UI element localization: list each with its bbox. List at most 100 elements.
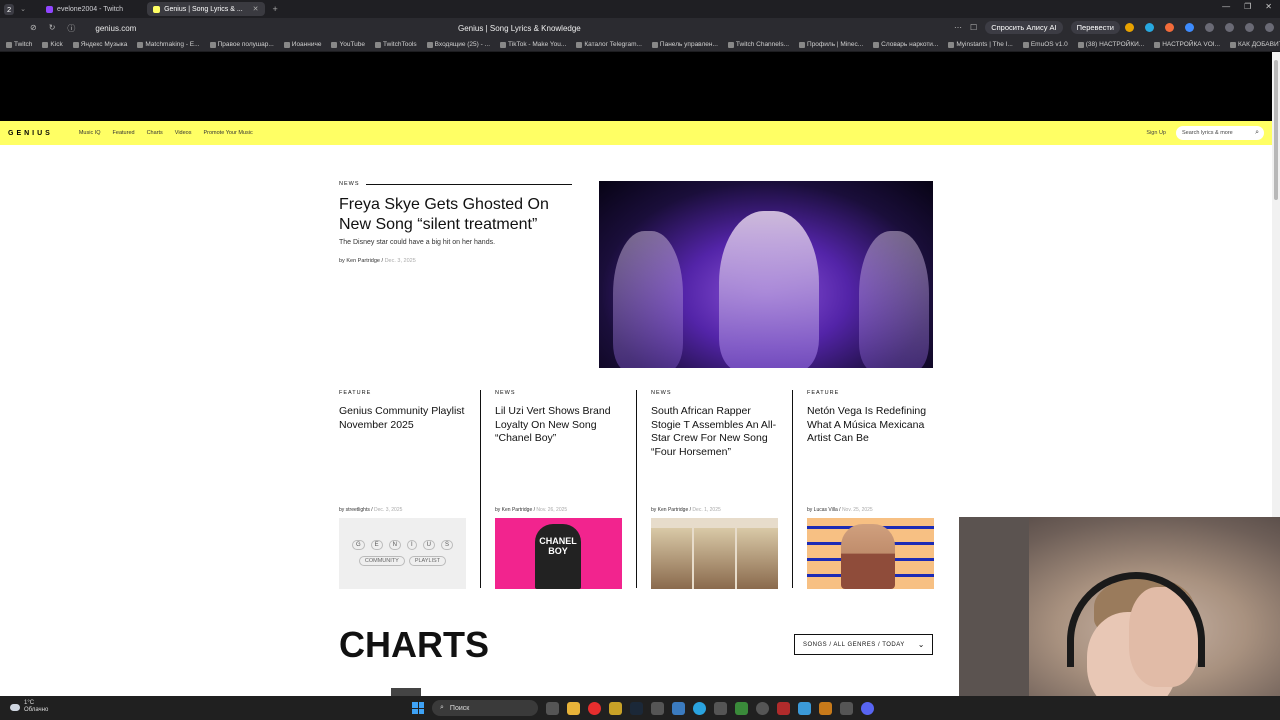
card-thumbnail[interactable]: CHANEL BOY <box>495 518 622 589</box>
bookmark-item[interactable]: НАСТРОЙКА VOI... <box>1154 41 1220 48</box>
bookmark-favicon-icon <box>6 41 12 48</box>
bookmark-label: Профиль | Minec... <box>807 41 864 48</box>
card-thumbnail[interactable] <box>651 518 778 589</box>
yandex-browser-icon[interactable] <box>588 701 601 715</box>
app-icon[interactable] <box>714 701 727 715</box>
tab-genius[interactable]: Genius | Song Lyrics & ... ✕ <box>147 2 265 16</box>
bookmark-item[interactable]: Иоанниче <box>283 41 321 48</box>
back-icon[interactable]: ⊘ <box>30 23 37 34</box>
steam-icon[interactable] <box>630 701 643 715</box>
bookmark-item[interactable]: Twitch Channels... <box>727 41 789 48</box>
bookmark-item[interactable]: Twitch <box>6 41 32 48</box>
bookmark-item[interactable]: Панель управлен... <box>651 41 718 48</box>
bookmark-item[interactable]: (38) НАСТРОЙКИ... <box>1077 41 1144 48</box>
bookmark-item[interactable]: Профиль | Minec... <box>799 41 863 48</box>
hero-headline[interactable]: Freya Skye Gets Ghosted On New Song “sil… <box>339 195 579 235</box>
chevron-down-icon[interactable]: ⌄ <box>20 5 26 13</box>
obs-icon[interactable] <box>756 701 769 715</box>
bookmark-item[interactable]: TikTok - Make You... <box>500 41 566 48</box>
alice-button[interactable]: Спросить Алису AI <box>985 21 1063 34</box>
app-icon[interactable] <box>798 701 811 715</box>
extension-icon[interactable] <box>1165 23 1174 32</box>
bookmark-item[interactable]: КАК ДОБАВИТЬ... <box>1230 41 1280 48</box>
sign-up-link[interactable]: Sign Up <box>1146 130 1166 136</box>
app-icon[interactable] <box>819 701 832 715</box>
thumb-letter: I <box>407 540 417 550</box>
thumb-letter: G <box>351 540 365 550</box>
telegram-icon[interactable] <box>693 701 706 715</box>
taskbar-search[interactable]: ⌕ Поиск <box>432 700 538 716</box>
bookmark-item[interactable]: EmuOS v1.0 <box>1022 41 1068 48</box>
card-author[interactable]: Ken Partridge <box>502 507 533 513</box>
card-title[interactable]: Lil Uzi Vert Shows Brand Loyalty On New … <box>495 405 622 446</box>
download-icon[interactable] <box>1265 23 1274 32</box>
article-card[interactable]: FEATURE Netón Vega Is Redefining What A … <box>807 388 934 589</box>
app-icon[interactable] <box>609 701 622 715</box>
url-field[interactable]: genius.com <box>95 24 136 33</box>
app-icon[interactable] <box>651 701 664 715</box>
card-title[interactable]: Genius Community Playlist November 2025 <box>339 405 466 432</box>
bookmark-item[interactable]: YouTube <box>331 41 365 48</box>
extension-icon[interactable] <box>1245 23 1254 32</box>
hero-image[interactable] <box>599 181 933 368</box>
scrollbar-thumb[interactable] <box>1274 60 1278 200</box>
profile-badge[interactable]: 2 <box>4 3 15 15</box>
windows-start-icon[interactable] <box>412 702 424 714</box>
tab-twitch[interactable]: evelone2004 - Twitch <box>40 2 129 16</box>
bookmark-item[interactable]: Правое полушар... <box>209 41 274 48</box>
bookmark-label: Matchmaking - E... <box>145 41 200 48</box>
bookmark-icon[interactable]: ☐ <box>970 23 977 32</box>
bookmark-item[interactable]: Matchmaking - E... <box>137 41 200 48</box>
bookmark-item[interactable]: Входящие (25) - ... <box>426 41 490 48</box>
nav-link-videos[interactable]: Videos <box>175 130 192 136</box>
card-title[interactable]: South African Rapper Stogie T Assembles … <box>651 405 778 459</box>
genius-logo[interactable]: GENIUS <box>8 130 53 137</box>
card-author[interactable]: Lucas Villa <box>814 507 838 513</box>
charts-filter-dropdown[interactable]: SONGS / ALL GENRES / TODAY ⌄ <box>794 634 933 655</box>
nav-link-charts[interactable]: Charts <box>147 130 163 136</box>
card-thumbnail[interactable] <box>807 518 934 589</box>
extension-icon[interactable] <box>1185 23 1194 32</box>
thumb-figure <box>841 524 895 589</box>
nav-link-featured[interactable]: Featured <box>113 130 135 136</box>
new-tab-icon[interactable]: + <box>273 4 278 14</box>
search-input[interactable]: Search lyrics & more ⌕ <box>1176 126 1264 140</box>
task-view-icon[interactable] <box>546 701 559 715</box>
bookmark-item[interactable]: Myinstants | The I... <box>948 41 1013 48</box>
article-card[interactable]: FEATURE Genius Community Playlist Novemb… <box>339 388 466 589</box>
card-title[interactable]: Netón Vega Is Redefining What A Música M… <box>807 405 934 446</box>
card-author[interactable]: Ken Partridge <box>658 507 689 513</box>
reload-icon[interactable]: ↻ <box>49 23 56 34</box>
card-author[interactable]: streetlights <box>346 507 370 513</box>
site-info-icon[interactable]: ⓘ <box>67 23 75 34</box>
extension-icon[interactable] <box>1145 23 1154 32</box>
app-icon[interactable] <box>777 701 790 715</box>
app-icon[interactable] <box>840 701 853 715</box>
page-title: Genius | Song Lyrics & Knowledge <box>458 24 581 33</box>
bookmark-item[interactable]: TwitchTools <box>375 41 417 48</box>
extension-icon[interactable] <box>1225 23 1234 32</box>
minimize-icon[interactable]: — <box>1222 2 1230 11</box>
discord-icon[interactable] <box>861 701 874 715</box>
bookmark-item[interactable]: Словарь наркоти... <box>873 41 938 48</box>
bookmark-item[interactable]: Яндекс Музыка <box>72 41 127 48</box>
maximize-icon[interactable]: ❐ <box>1244 2 1251 11</box>
extension-icon[interactable] <box>1125 23 1134 32</box>
card-thumbnail[interactable]: G E N I U S COMMUNITY PLAYLIST <box>339 518 466 589</box>
hero-author[interactable]: Ken Partridge <box>346 258 380 264</box>
file-explorer-icon[interactable] <box>567 701 580 715</box>
more-icon[interactable]: ⋯ <box>954 23 962 32</box>
nav-link-music-iq[interactable]: Music IQ <box>79 130 101 136</box>
close-tab-icon[interactable]: ✕ <box>253 5 259 13</box>
article-card[interactable]: NEWS Lil Uzi Vert Shows Brand Loyalty On… <box>495 388 622 589</box>
translate-button[interactable]: Перевести <box>1070 21 1120 34</box>
app-icon[interactable] <box>735 701 748 715</box>
bookmark-item[interactable]: Kick <box>42 41 63 48</box>
extension-icon[interactable] <box>1205 23 1214 32</box>
nav-link-promote[interactable]: Promote Your Music <box>203 130 252 136</box>
article-card[interactable]: NEWS South African Rapper Stogie T Assem… <box>651 388 778 589</box>
weather-widget[interactable]: 1°C Облачно <box>10 700 48 714</box>
close-window-icon[interactable]: ✕ <box>1265 2 1272 11</box>
app-icon[interactable] <box>672 701 685 715</box>
bookmark-item[interactable]: Каталог Telegram... <box>576 41 642 48</box>
